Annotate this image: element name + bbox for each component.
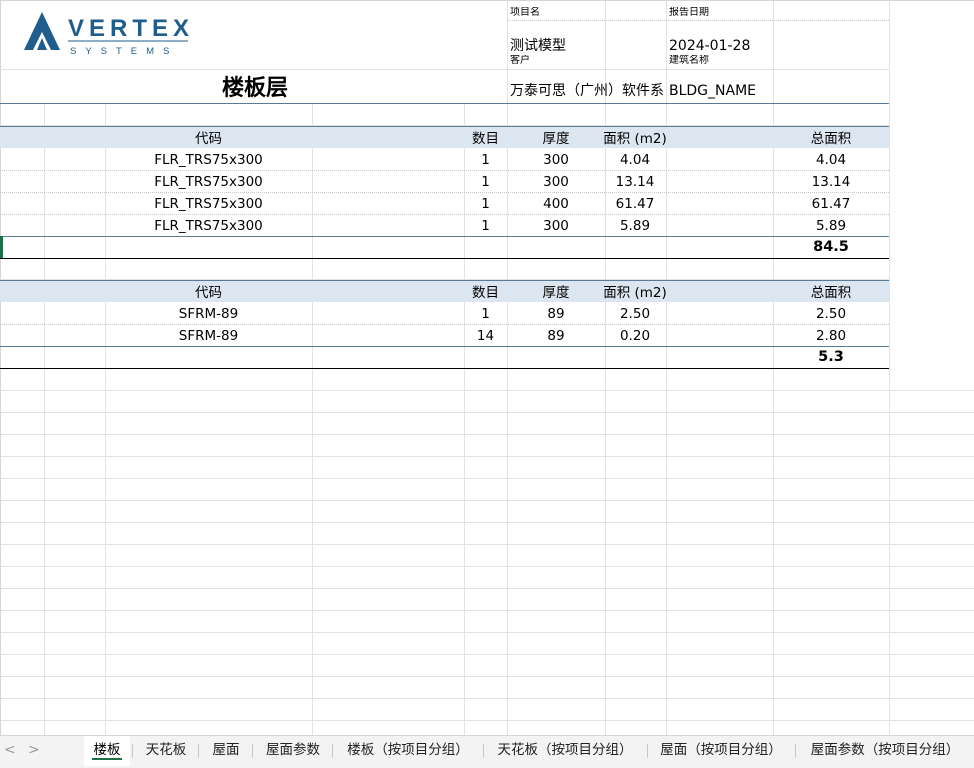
col-total-header: 总面积: [810, 131, 852, 147]
svg-text:SYSTEMS: SYSTEMS: [70, 46, 178, 57]
svg-text:VERTEX: VERTEX: [68, 15, 194, 42]
col-code-header: 代码: [195, 131, 222, 147]
row-area: 2.50: [619, 306, 651, 322]
row-code: SFRM-89: [178, 328, 239, 344]
project-label: 项目名: [510, 7, 540, 18]
row-thickness: 89: [547, 306, 565, 322]
row-count: 1: [481, 152, 490, 168]
col-total-header: 总面积: [810, 285, 852, 301]
row-area: 13.14: [615, 174, 655, 190]
tab-scroll-left-icon[interactable]: <: [4, 742, 16, 758]
row-area: 4.04: [619, 152, 651, 168]
client-value[interactable]: 万泰可思（广州）软件系: [510, 82, 665, 100]
row-count: 1: [481, 306, 490, 322]
table2-sum: 5.3: [818, 349, 844, 365]
tab-floor[interactable]: 楼板: [84, 736, 130, 766]
col-area-header: 面积 (m2): [603, 285, 667, 301]
row-count: 1: [481, 196, 490, 212]
client-label: 客户: [510, 55, 530, 66]
row-total: 2.50: [815, 306, 847, 322]
col-code-header: 代码: [195, 285, 222, 301]
tab-roof-grouped[interactable]: 屋面（按项目分组）: [653, 736, 789, 766]
sheet-tab-bar: < > 楼板 天花板 屋面 屋面参数 楼板（按项目分组） 天花板（按项目分组） …: [0, 735, 974, 768]
row-thickness: 300: [543, 174, 569, 190]
row-area: 61.47: [615, 196, 655, 212]
tab-roof-params-grouped[interactable]: 屋面参数（按项目分组）: [801, 736, 969, 766]
selected-cell-marker: [0, 236, 3, 258]
page-title: 楼板层: [221, 76, 288, 101]
row-thickness: 300: [543, 152, 569, 168]
vertex-logo: VERTEX SYSTEMS: [20, 10, 200, 60]
row-count: 14: [476, 328, 495, 344]
row-total: 2.80: [815, 328, 847, 344]
row-total: 13.14: [811, 174, 851, 190]
building-value[interactable]: BLDG_NAME: [669, 82, 756, 100]
row-count: 1: [481, 218, 490, 234]
tab-roof-params[interactable]: 屋面参数: [258, 736, 328, 766]
row-code: FLR_TRS75x300: [154, 196, 263, 212]
row-code: FLR_TRS75x300: [154, 174, 263, 190]
project-value[interactable]: 测试模型: [510, 37, 566, 55]
row-total: 5.89: [815, 218, 847, 234]
col-thickness-header: 厚度: [542, 131, 570, 147]
tab-ceiling[interactable]: 天花板: [138, 736, 194, 766]
row-area: 5.89: [619, 218, 651, 234]
row-total: 61.47: [811, 196, 851, 212]
row-thickness: 400: [543, 196, 569, 212]
tab-ceiling-grouped[interactable]: 天花板（按项目分组）: [489, 736, 641, 766]
date-label: 报告日期: [669, 7, 709, 18]
row-count: 1: [481, 174, 490, 190]
row-thickness: 89: [547, 328, 565, 344]
tab-scroll-right-icon[interactable]: >: [28, 742, 40, 758]
row-code: SFRM-89: [178, 306, 239, 322]
col-count-header: 数目: [472, 285, 499, 301]
col-thickness-header: 厚度: [542, 285, 570, 301]
table1-sum: 84.5: [813, 239, 849, 255]
spreadsheet-grid[interactable]: VERTEX SYSTEMS 项目名 报告日期 测试模型 2024-01-28 …: [0, 0, 974, 735]
row-thickness: 300: [543, 218, 569, 234]
row-area: 0.20: [619, 328, 651, 344]
building-label: 建筑名称: [669, 55, 709, 66]
date-value[interactable]: 2024-01-28: [669, 37, 750, 55]
col-area-header: 面积 (m2): [603, 131, 667, 147]
col-count-header: 数目: [472, 131, 499, 147]
tab-roof[interactable]: 屋面: [204, 736, 248, 766]
tab-floor-grouped[interactable]: 楼板（按项目分组）: [338, 736, 478, 766]
row-total: 4.04: [815, 152, 847, 168]
row-code: FLR_TRS75x300: [154, 218, 263, 234]
row-code: FLR_TRS75x300: [154, 152, 263, 168]
